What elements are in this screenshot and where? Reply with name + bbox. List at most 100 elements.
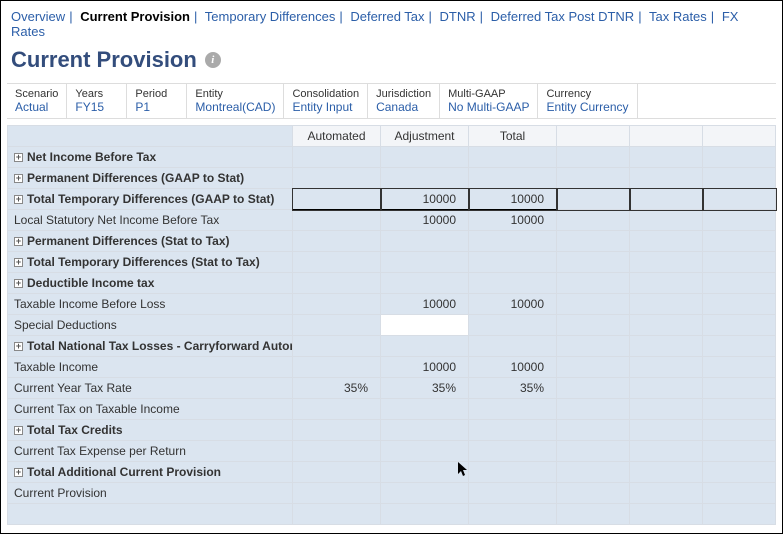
row-header[interactable]: Local Statutory Net Income Before Tax <box>8 210 293 231</box>
cell-total[interactable] <box>469 252 557 273</box>
cell-automated[interactable] <box>293 357 381 378</box>
row-header[interactable]: +Net Income Before Tax <box>8 147 293 168</box>
expand-icon[interactable]: + <box>14 342 23 351</box>
grid-row-current-tax-on-taxable[interactable]: Current Tax on Taxable Income <box>8 399 776 420</box>
row-header[interactable]: +Total Tax Credits <box>8 420 293 441</box>
cell-total[interactable] <box>469 462 557 483</box>
nav-overview[interactable]: Overview <box>11 9 65 24</box>
cell-total[interactable] <box>469 147 557 168</box>
expand-icon[interactable]: + <box>14 258 23 267</box>
grid-row-total-national-tax-losses[interactable]: +Total National Tax Losses - Carryforwar… <box>8 336 776 357</box>
row-header[interactable]: +Total Temporary Differences (Stat to Ta… <box>8 252 293 273</box>
grid-row-perm-diff-gaap[interactable]: +Permanent Differences (GAAP to Stat) <box>8 168 776 189</box>
row-header[interactable]: +Deductible Income tax <box>8 273 293 294</box>
cell-automated[interactable] <box>293 252 381 273</box>
cell-automated[interactable] <box>293 483 381 504</box>
expand-icon[interactable]: + <box>14 174 23 183</box>
row-header[interactable]: Taxable Income <box>8 357 293 378</box>
cell-automated[interactable] <box>293 462 381 483</box>
cell-adjustment[interactable]: 10000 <box>381 210 469 231</box>
cell-total[interactable] <box>469 315 557 336</box>
row-header[interactable]: Current Tax on Taxable Income <box>8 399 293 420</box>
cell-total[interactable]: 10000 <box>469 294 557 315</box>
cell-adjustment[interactable]: 35% <box>381 378 469 399</box>
cell-adjustment[interactable]: 10000 <box>381 189 469 210</box>
expand-icon[interactable]: + <box>14 195 23 204</box>
cell-automated[interactable] <box>293 147 381 168</box>
pov-period[interactable]: Period P1 <box>127 84 187 118</box>
pov-years[interactable]: Years FY15 <box>67 84 127 118</box>
cell-total[interactable] <box>469 483 557 504</box>
expand-icon[interactable]: + <box>14 279 23 288</box>
expand-icon[interactable]: + <box>14 468 23 477</box>
nav-tax-rates[interactable]: Tax Rates <box>649 9 707 24</box>
grid-row-local-stat-net[interactable]: Local Statutory Net Income Before Tax 100… <box>8 210 776 231</box>
row-header[interactable]: Special Deductions <box>8 315 293 336</box>
cell-total[interactable]: 10000 <box>469 210 557 231</box>
cell-automated[interactable] <box>293 315 381 336</box>
grid-row-special-deductions[interactable]: Special Deductions <box>8 315 776 336</box>
grid-row-taxable-income[interactable]: Taxable Income1000010000 <box>8 357 776 378</box>
cell-automated[interactable] <box>293 420 381 441</box>
cell-automated[interactable] <box>293 336 381 357</box>
pov-jurisdiction[interactable]: Jurisdiction Canada <box>368 84 440 118</box>
expand-icon[interactable]: + <box>14 426 23 435</box>
cell-adjustment[interactable]: 10000 <box>381 294 469 315</box>
expand-icon[interactable]: + <box>14 153 23 162</box>
col-total[interactable]: Total <box>469 126 557 147</box>
cell-automated[interactable] <box>293 294 381 315</box>
grid-row-total-additional-current[interactable]: +Total Additional Current Provision <box>8 462 776 483</box>
cell-total[interactable] <box>469 441 557 462</box>
grid-row-deductible-income-tax[interactable]: +Deductible Income tax <box>8 273 776 294</box>
nav-deferred-tax-post-dtnr[interactable]: Deferred Tax Post DTNR <box>491 9 635 24</box>
cell-total[interactable] <box>469 336 557 357</box>
cell-total[interactable]: 35% <box>469 378 557 399</box>
row-header[interactable]: +Permanent Differences (GAAP to Stat) <box>8 168 293 189</box>
cell-adjustment[interactable] <box>381 231 469 252</box>
cell-automated[interactable]: 35% <box>293 378 381 399</box>
pov-entity[interactable]: Entity Montreal(CAD) <box>187 84 284 118</box>
row-header[interactable]: +Permanent Differences (Stat to Tax) <box>8 231 293 252</box>
pov-scenario[interactable]: Scenario Actual <box>7 84 67 118</box>
cell-adjustment[interactable] <box>381 441 469 462</box>
nav-dtnr[interactable]: DTNR <box>440 9 476 24</box>
row-header[interactable]: Current Tax Expense per Return <box>8 441 293 462</box>
cell-total[interactable] <box>469 420 557 441</box>
grid-row-current-tax-expense-return[interactable]: Current Tax Expense per Return <box>8 441 776 462</box>
nav-deferred-tax[interactable]: Deferred Tax <box>350 9 424 24</box>
cell-adjustment[interactable] <box>381 273 469 294</box>
grid-row-total-temp-diff-stat[interactable]: +Total Temporary Differences (Stat to Ta… <box>8 252 776 273</box>
grid-row-total-tax-credits[interactable]: +Total Tax Credits <box>8 420 776 441</box>
cell-adjustment[interactable] <box>381 315 469 336</box>
nav-current-provision[interactable]: Current Provision <box>80 9 190 24</box>
grid-row-total-temp-diff-gaap[interactable]: +Total Temporary Differences (GAAP to St… <box>8 189 776 210</box>
nav-temporary-differences[interactable]: Temporary Differences <box>205 9 336 24</box>
pov-currency[interactable]: Currency Entity Currency <box>538 84 637 118</box>
cell-automated[interactable] <box>293 231 381 252</box>
cell-adjustment[interactable] <box>381 147 469 168</box>
cell-adjustment[interactable] <box>381 336 469 357</box>
row-header[interactable]: +Total Additional Current Provision <box>8 462 293 483</box>
pov-multigaap[interactable]: Multi-GAAP No Multi-GAAP <box>440 84 538 118</box>
cell-total[interactable] <box>469 399 557 420</box>
cell-adjustment[interactable] <box>381 252 469 273</box>
row-header[interactable]: Current Provision <box>8 483 293 504</box>
cell-total[interactable] <box>469 168 557 189</box>
grid-row-current-provision[interactable]: Current Provision <box>8 483 776 504</box>
pov-consolidation[interactable]: Consolidation Entity Input <box>284 84 368 118</box>
grid-row-net-income-before-tax[interactable]: +Net Income Before Tax <box>8 147 776 168</box>
cell-automated[interactable] <box>293 399 381 420</box>
cell-total[interactable]: 10000 <box>469 189 557 210</box>
expand-icon[interactable]: + <box>14 237 23 246</box>
cell-automated[interactable] <box>293 168 381 189</box>
cell-automated[interactable] <box>293 273 381 294</box>
cell-adjustment[interactable] <box>381 168 469 189</box>
col-adjustment[interactable]: Adjustment <box>381 126 469 147</box>
row-header[interactable]: +Total National Tax Losses - Carryforwar… <box>8 336 293 357</box>
cell-automated[interactable] <box>293 441 381 462</box>
cell-adjustment[interactable] <box>381 462 469 483</box>
grid-row-current-year-tax-rate[interactable]: Current Year Tax Rate35%35%35% <box>8 378 776 399</box>
row-header[interactable]: Current Year Tax Rate <box>8 378 293 399</box>
cell-total[interactable] <box>469 231 557 252</box>
cell-automated[interactable] <box>293 210 381 231</box>
